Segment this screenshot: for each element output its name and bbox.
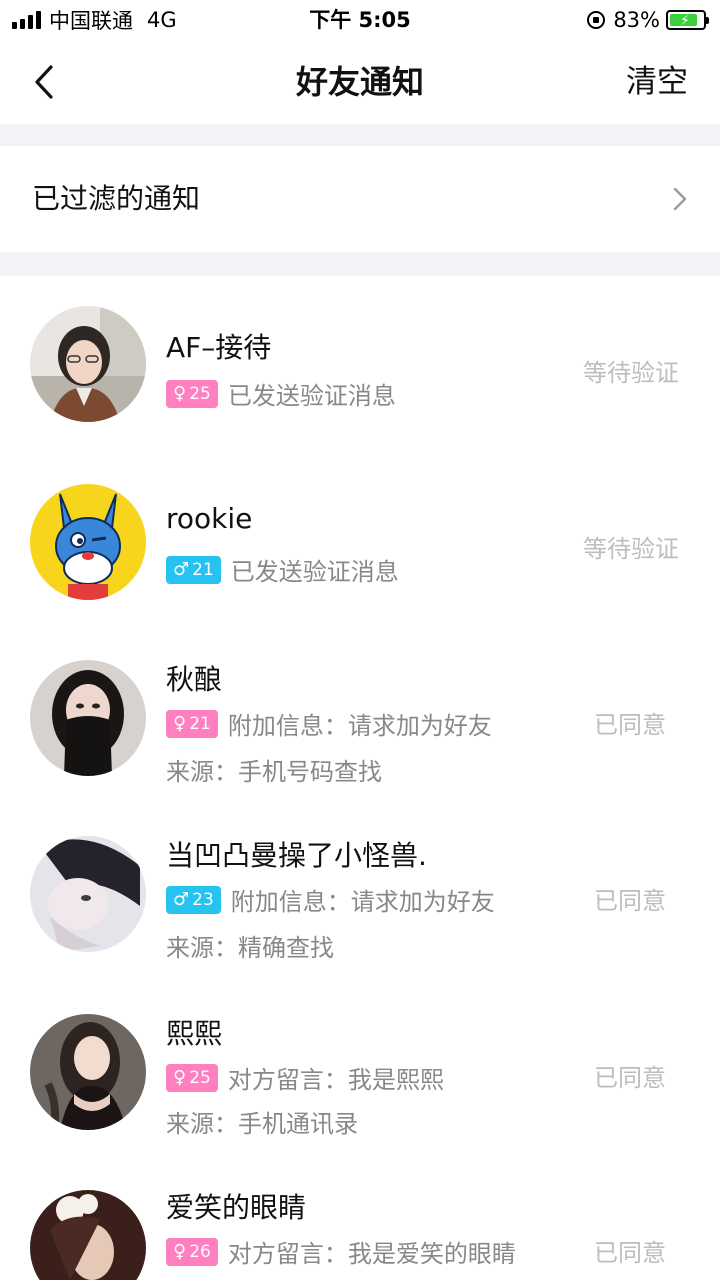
avatar[interactable] bbox=[30, 1014, 146, 1130]
filtered-notifications-row[interactable]: 已过滤的通知 bbox=[0, 146, 720, 252]
avatar[interactable] bbox=[30, 1190, 146, 1280]
notification-item[interactable]: 爱笑的眼睛 ♀ 26 对方留言：我是爱笑的眼睛 已同意 bbox=[0, 1160, 720, 1280]
battery-percent: 83% bbox=[613, 8, 660, 32]
notification-name: rookie bbox=[166, 502, 253, 535]
gender-age-badge: ♂ 21 bbox=[166, 555, 221, 584]
female-gender-icon: ♀ bbox=[173, 1066, 187, 1088]
notification-item[interactable]: AF–接待 ♀ 25 已发送验证消息 等待验证 bbox=[0, 276, 720, 452]
notification-message: 已发送验证消息 bbox=[230, 558, 399, 586]
age-value: 25 bbox=[189, 1067, 211, 1088]
notification-message: 附加信息：请求加为好友 bbox=[227, 712, 492, 740]
gender-age-badge: ♀ 26 bbox=[166, 1237, 218, 1266]
battery-fill: ⚡ bbox=[670, 13, 697, 29]
gender-age-badge: ♀ 25 bbox=[166, 1063, 218, 1092]
notification-detail: ♂ 21 已发送验证消息 bbox=[166, 552, 399, 587]
notification-detail: ♀ 25 对方留言：我是熙熙 bbox=[166, 1060, 444, 1095]
notification-status: 已同意 bbox=[594, 1239, 666, 1267]
battery-icon: ⚡ bbox=[666, 10, 709, 30]
notification-detail: ♀ 25 已发送验证消息 bbox=[166, 376, 396, 411]
section-separator bbox=[0, 252, 720, 276]
notification-message: 已发送验证消息 bbox=[227, 382, 396, 410]
notification-status: 已同意 bbox=[594, 711, 666, 739]
avatar[interactable] bbox=[30, 484, 146, 600]
age-value: 21 bbox=[192, 559, 214, 580]
notification-item[interactable]: rookie ♂ 21 已发送验证消息 等待验证 bbox=[0, 452, 720, 630]
notification-item[interactable]: 当凹凸曼操了小怪兽. ♂ 23 附加信息：请求加为好友 来源：精确查找 已同意 bbox=[0, 806, 720, 984]
notification-source: 来源：手机通讯录 bbox=[166, 1110, 358, 1138]
avatar[interactable] bbox=[30, 836, 146, 952]
notification-message: 附加信息：请求加为好友 bbox=[230, 888, 495, 916]
notification-source: 来源：精确查找 bbox=[166, 934, 334, 962]
filtered-notifications-label: 已过滤的通知 bbox=[32, 182, 201, 215]
notification-name: 秋酿 bbox=[166, 663, 223, 696]
avatar[interactable] bbox=[30, 306, 146, 422]
age-value: 25 bbox=[189, 383, 211, 404]
male-gender-icon: ♂ bbox=[173, 558, 190, 580]
section-separator bbox=[0, 124, 720, 146]
notification-detail: ♀ 21 附加信息：请求加为好友 bbox=[166, 706, 492, 741]
age-value: 23 bbox=[192, 889, 214, 910]
notification-item[interactable]: 秋酿 ♀ 21 附加信息：请求加为好友 来源：手机号码查找 已同意 bbox=[0, 630, 720, 806]
battery-cap bbox=[706, 17, 709, 24]
avatar[interactable] bbox=[30, 660, 146, 776]
screen: 中国联通 4G 下午 5:05 83% ⚡ 好友通知 清空 已过滤的通知 AF–… bbox=[0, 0, 720, 1280]
notification-status: 等待验证 bbox=[583, 359, 679, 387]
clear-button[interactable]: 清空 bbox=[626, 40, 688, 124]
notification-status: 等待验证 bbox=[583, 535, 679, 563]
notification-name: 当凹凸曼操了小怪兽. bbox=[166, 839, 427, 872]
notification-name: 熙熙 bbox=[166, 1017, 223, 1050]
charging-bolt-icon: ⚡ bbox=[680, 13, 690, 29]
gender-age-badge: ♀ 25 bbox=[166, 379, 218, 408]
notification-status: 已同意 bbox=[594, 1064, 666, 1092]
notification-name: 爱笑的眼睛 bbox=[166, 1191, 307, 1224]
notification-source: 来源：手机号码查找 bbox=[166, 758, 382, 786]
female-gender-icon: ♀ bbox=[173, 712, 187, 734]
chevron-right-icon bbox=[673, 187, 687, 211]
age-value: 21 bbox=[189, 713, 211, 734]
notification-item[interactable]: 熙熙 ♀ 25 对方留言：我是熙熙 来源：手机通讯录 已同意 bbox=[0, 984, 720, 1160]
notification-status: 已同意 bbox=[594, 887, 666, 915]
gender-age-badge: ♀ 21 bbox=[166, 709, 218, 738]
status-right: 83% ⚡ bbox=[587, 6, 709, 34]
nav-bar: 好友通知 清空 bbox=[0, 40, 720, 124]
page-title: 好友通知 bbox=[295, 63, 424, 101]
rotation-lock-icon bbox=[587, 11, 606, 29]
gender-age-badge: ♂ 23 bbox=[166, 885, 221, 914]
notification-name: AF–接待 bbox=[166, 331, 272, 364]
male-gender-icon: ♂ bbox=[173, 888, 190, 910]
notification-detail: ♂ 23 附加信息：请求加为好友 bbox=[166, 882, 495, 917]
notification-message: 对方留言：我是爱笑的眼睛 bbox=[227, 1240, 516, 1268]
female-gender-icon: ♀ bbox=[173, 1240, 187, 1262]
age-value: 26 bbox=[189, 1241, 211, 1262]
notification-message: 对方留言：我是熙熙 bbox=[227, 1066, 444, 1094]
female-gender-icon: ♀ bbox=[173, 382, 187, 404]
notification-detail: ♀ 26 对方留言：我是爱笑的眼睛 bbox=[166, 1234, 516, 1269]
status-bar: 中国联通 4G 下午 5:05 83% ⚡ bbox=[0, 0, 720, 40]
